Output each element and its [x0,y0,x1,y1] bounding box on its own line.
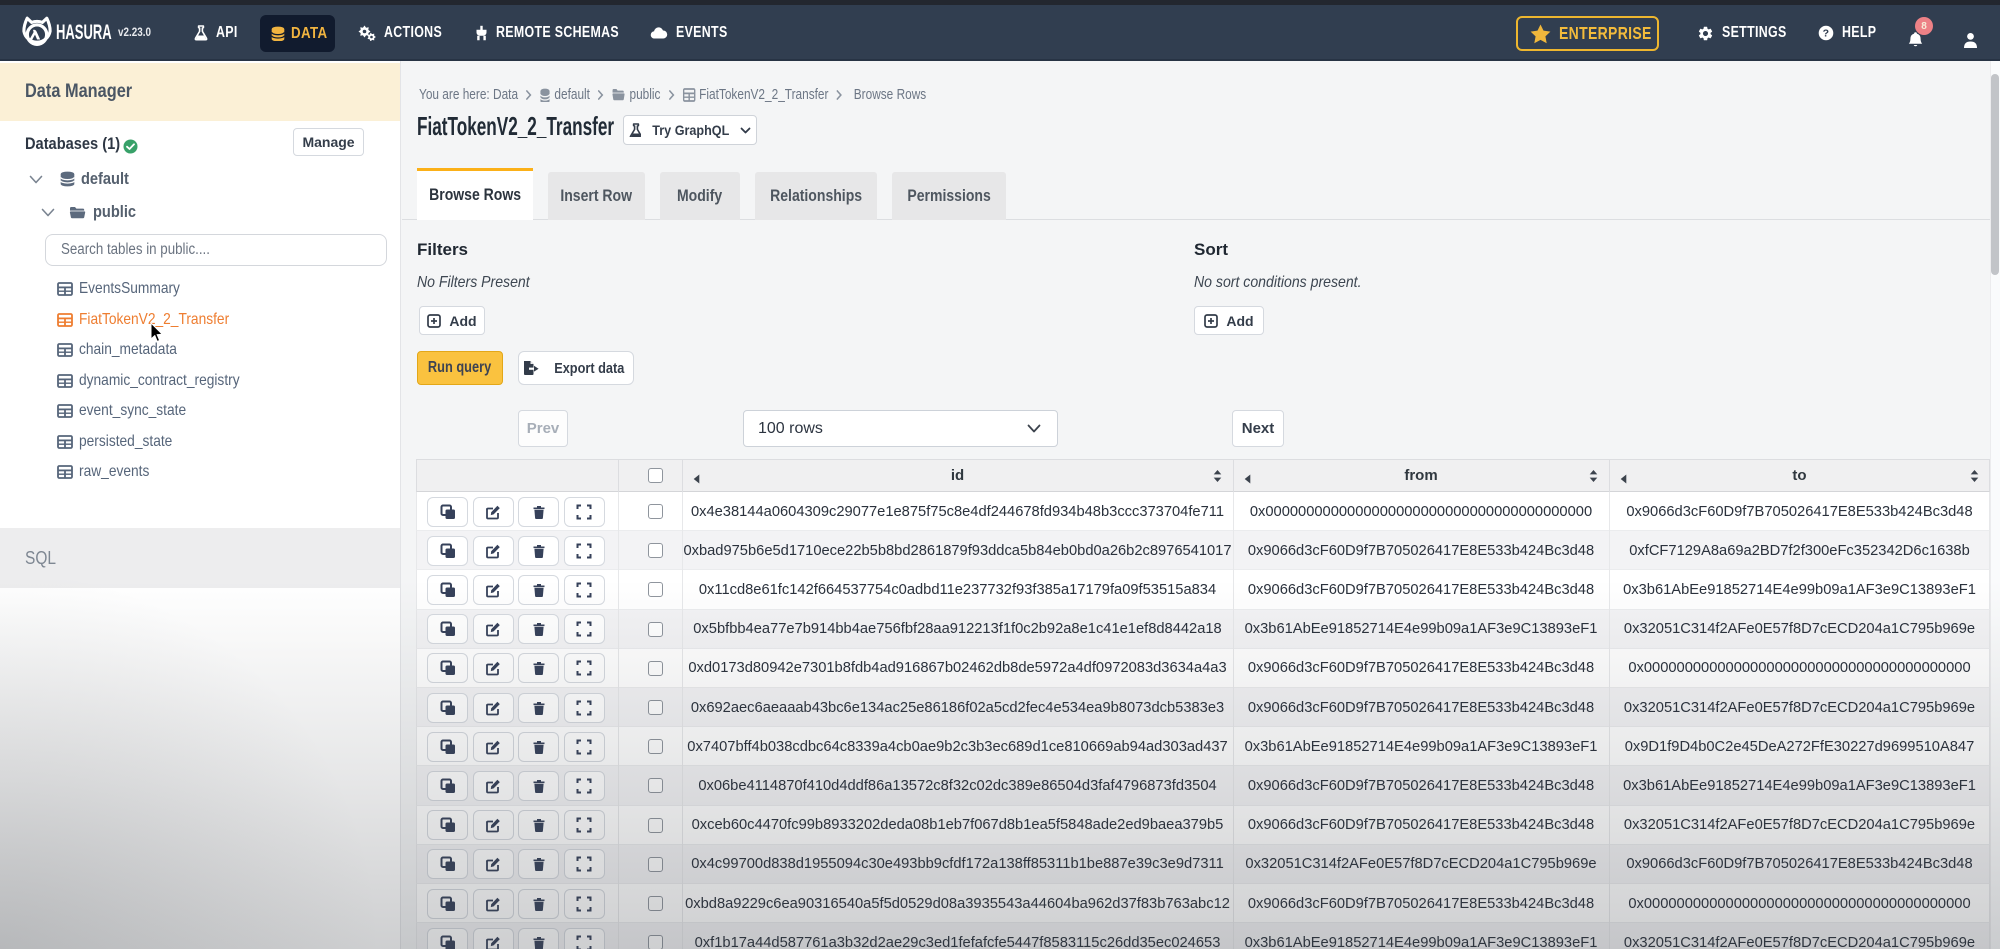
svg-text:?: ? [1823,28,1830,40]
